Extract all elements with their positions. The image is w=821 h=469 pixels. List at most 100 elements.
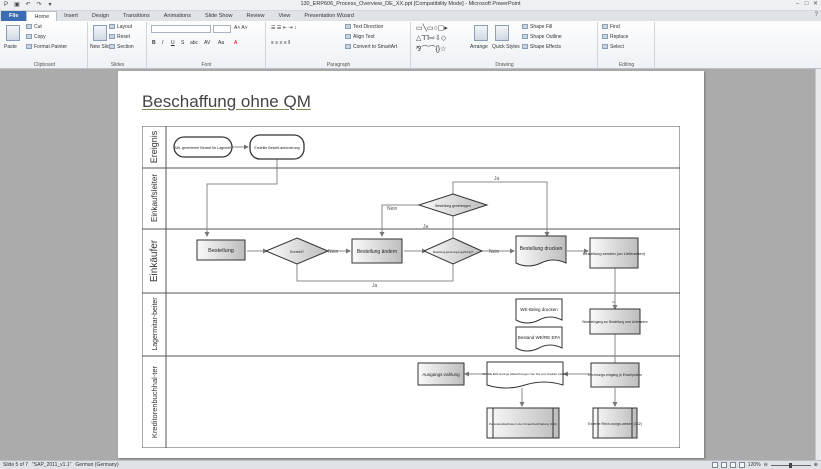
- decision-genehmigungspflichtig[interactable]: Bestellung genehmigungspflichtig?: [422, 237, 484, 265]
- align-text-button[interactable]: Align Text: [345, 34, 375, 40]
- zoom-out-icon[interactable]: ⊖: [764, 462, 768, 468]
- quick-styles-button[interactable]: Quick Styles: [492, 44, 520, 50]
- strikethrough-icon[interactable]: abc: [190, 40, 198, 46]
- shapes-gallery-row2-icon[interactable]: △⅂⅂⇨⇩◇: [416, 34, 446, 42]
- event-mit-generierter-bedarf[interactable]: Mit.-generierter Bedarf für Lagerteil: [173, 136, 233, 158]
- bold-icon[interactable]: B: [152, 40, 156, 46]
- change-case-icon[interactable]: Aa: [218, 40, 224, 46]
- drawing-group-label: Drawing: [495, 62, 514, 68]
- tab-home[interactable]: Home: [26, 11, 58, 21]
- grow-font-icon[interactable]: A˄ A˅: [234, 25, 248, 31]
- tab-transitions[interactable]: Transitions: [116, 11, 157, 21]
- slide-title[interactable]: Beschaffung ohne QM: [142, 92, 311, 112]
- event-erstellte-bestellanforderung[interactable]: Erstellte Bestell-anforderung: [249, 134, 305, 160]
- underline-icon[interactable]: U: [171, 40, 175, 46]
- italic-icon[interactable]: I: [162, 40, 163, 46]
- svg-text:Bestellung ändern: Bestellung ändern: [357, 249, 398, 255]
- convert-smartart-button[interactable]: Convert to SmartArt: [345, 44, 397, 50]
- language-indicator[interactable]: German (Germany): [75, 462, 118, 468]
- task-ausgangszahlung[interactable]: Ausgangs-zahlung: [417, 362, 465, 386]
- slide-canvas[interactable]: Beschaffung ohne QM Ereignis Einkaufslei…: [118, 71, 704, 458]
- edge-label-ja-1: Ja: [494, 176, 500, 182]
- replace-icon: [602, 34, 608, 40]
- subprocess-externes-rechnungswesen[interactable]: Externe Rech-nungs-wesen (162): [588, 407, 642, 439]
- process-diagram[interactable]: Ereignis Einkaufsleiter Einkäufer Lagerm…: [142, 126, 680, 448]
- drawing-group: ▭╲▭○▢▸ △⅂⅂⇨⇩◇ ⅋⌒⌒{}☆ Arrange Quick Style…: [412, 22, 598, 68]
- svg-text:Bestellung: Bestellung: [208, 248, 234, 254]
- align-icon[interactable]: ≡ ≡ ≡ ≡ ‖: [271, 40, 290, 46]
- normal-view-icon[interactable]: [711, 462, 718, 468]
- char-spacing-icon[interactable]: AV: [204, 40, 210, 46]
- task-bestellung-aendern[interactable]: Bestellung ändern: [351, 238, 403, 264]
- quick-styles-icon[interactable]: [495, 25, 509, 41]
- paste-button[interactable]: Paste: [4, 44, 17, 50]
- font-name-select[interactable]: [151, 25, 211, 33]
- paste-icon[interactable]: [6, 25, 20, 41]
- new-slide-icon[interactable]: [93, 25, 107, 41]
- document-bestand-epa[interactable]: Bestand WE/RE EPA: [515, 326, 563, 352]
- subprocess-periodenabschluss[interactable]: Periodenabschluss in der Finanzbuchhaltu…: [486, 407, 560, 439]
- tab-view[interactable]: View: [272, 11, 298, 21]
- find-icon: [602, 24, 608, 30]
- task-wareneingang[interactable]: Wareneingang zur Bestellung vom Lieferan…: [582, 308, 648, 335]
- format-painter-button[interactable]: Format Painter: [26, 44, 67, 50]
- slide-sorter-icon[interactable]: [720, 462, 727, 468]
- zoom-slider[interactable]: [770, 462, 811, 468]
- font-size-select[interactable]: [213, 25, 231, 33]
- select-button[interactable]: Select: [602, 44, 624, 50]
- edge-label-ja-3: Ja: [372, 283, 378, 289]
- task-bestellung[interactable]: Bestellung: [196, 239, 246, 261]
- tab-review[interactable]: Review: [240, 11, 272, 21]
- svg-text:Erstellte Bestell-anforderung: Erstellte Bestell-anforderung: [254, 146, 299, 150]
- task-bestellung-senden[interactable]: Bestellung senden (an Lieferanten): [583, 237, 646, 269]
- document-we-beleg-drucken[interactable]: WE-Beleg drucken: [515, 298, 563, 324]
- help-icon[interactable]: ?: [815, 12, 818, 18]
- cut-button[interactable]: Cut: [26, 24, 42, 30]
- tab-insert[interactable]: Insert: [57, 11, 85, 21]
- reading-view-icon[interactable]: [729, 462, 736, 468]
- shape-fill-icon: [522, 24, 528, 30]
- text-direction-button[interactable]: Text Direction: [345, 24, 383, 30]
- svg-text:Bestellung senden (an Lieferan: Bestellung senden (an Lieferanten): [583, 251, 646, 256]
- font-color-icon[interactable]: A: [234, 40, 237, 46]
- shadow-icon[interactable]: S: [181, 40, 184, 46]
- shape-effects-icon: [522, 44, 528, 50]
- document-bestellung-drucken[interactable]: Bestellung drucken: [515, 235, 567, 267]
- find-button[interactable]: Find: [602, 24, 620, 30]
- vertical-scrollbar[interactable]: [815, 69, 821, 460]
- status-bar: Slide 5 of 7 "SAP_2011_v1.1" German (Ger…: [0, 460, 821, 469]
- tab-presentation-wizard[interactable]: Presentation Wizard: [297, 11, 361, 21]
- maximize-icon[interactable]: □: [803, 0, 810, 9]
- zoom-in-icon[interactable]: ⊕: [814, 462, 818, 468]
- smartart-icon: [345, 44, 351, 50]
- bullets-icon[interactable]: ☰ ☰ ⇤ ⇥ ↕: [271, 25, 296, 31]
- arrange-icon[interactable]: [474, 25, 488, 41]
- shape-outline-button[interactable]: Shape Outline: [522, 34, 562, 40]
- tab-animations[interactable]: Animations: [157, 11, 198, 21]
- zoom-slider-thumb[interactable]: [788, 462, 792, 468]
- shapes-gallery-icon[interactable]: ▭╲▭○▢▸: [416, 24, 448, 32]
- replace-button[interactable]: Replace: [602, 34, 628, 40]
- document-we-re-epa[interactable]: WE/RE EPA Geringe Abweichungen Use Tax v…: [482, 361, 568, 389]
- reset-button[interactable]: Reset: [109, 34, 130, 40]
- shape-effects-button[interactable]: Shape Effects: [522, 44, 561, 50]
- arrange-button[interactable]: Arrange: [470, 44, 488, 50]
- tab-file[interactable]: File: [1, 11, 27, 21]
- layout-button[interactable]: Layout: [109, 24, 132, 30]
- decision-korrekt[interactable]: Korrekt?: [264, 237, 330, 265]
- section-button[interactable]: Section: [109, 44, 134, 50]
- ribbon-tabs: File Home Insert Design Transitions Anim…: [0, 11, 821, 21]
- decision-bestellung-genehmigen[interactable]: Bestellung genehmigen: [417, 193, 489, 217]
- minimize-icon[interactable]: –: [794, 0, 801, 9]
- svg-text:Bestellung genehmigungspflicht: Bestellung genehmigungspflichtig?: [433, 250, 474, 254]
- slides-group-label: Slides: [110, 62, 125, 68]
- shape-fill-button[interactable]: Shape Fill: [522, 24, 552, 30]
- tab-design[interactable]: Design: [85, 11, 116, 21]
- zoom-level[interactable]: 120%: [748, 462, 761, 468]
- shapes-gallery-row3-icon[interactable]: ⅋⌒⌒{}☆: [416, 44, 446, 54]
- tab-slide-show[interactable]: Slide Show: [198, 11, 240, 21]
- copy-button[interactable]: Copy: [26, 34, 46, 40]
- slideshow-view-icon[interactable]: [738, 462, 745, 468]
- task-rechnungseingang[interactable]: Rechnungs-eingang je Einzelposten: [588, 362, 642, 388]
- close-icon[interactable]: ✕: [812, 0, 819, 9]
